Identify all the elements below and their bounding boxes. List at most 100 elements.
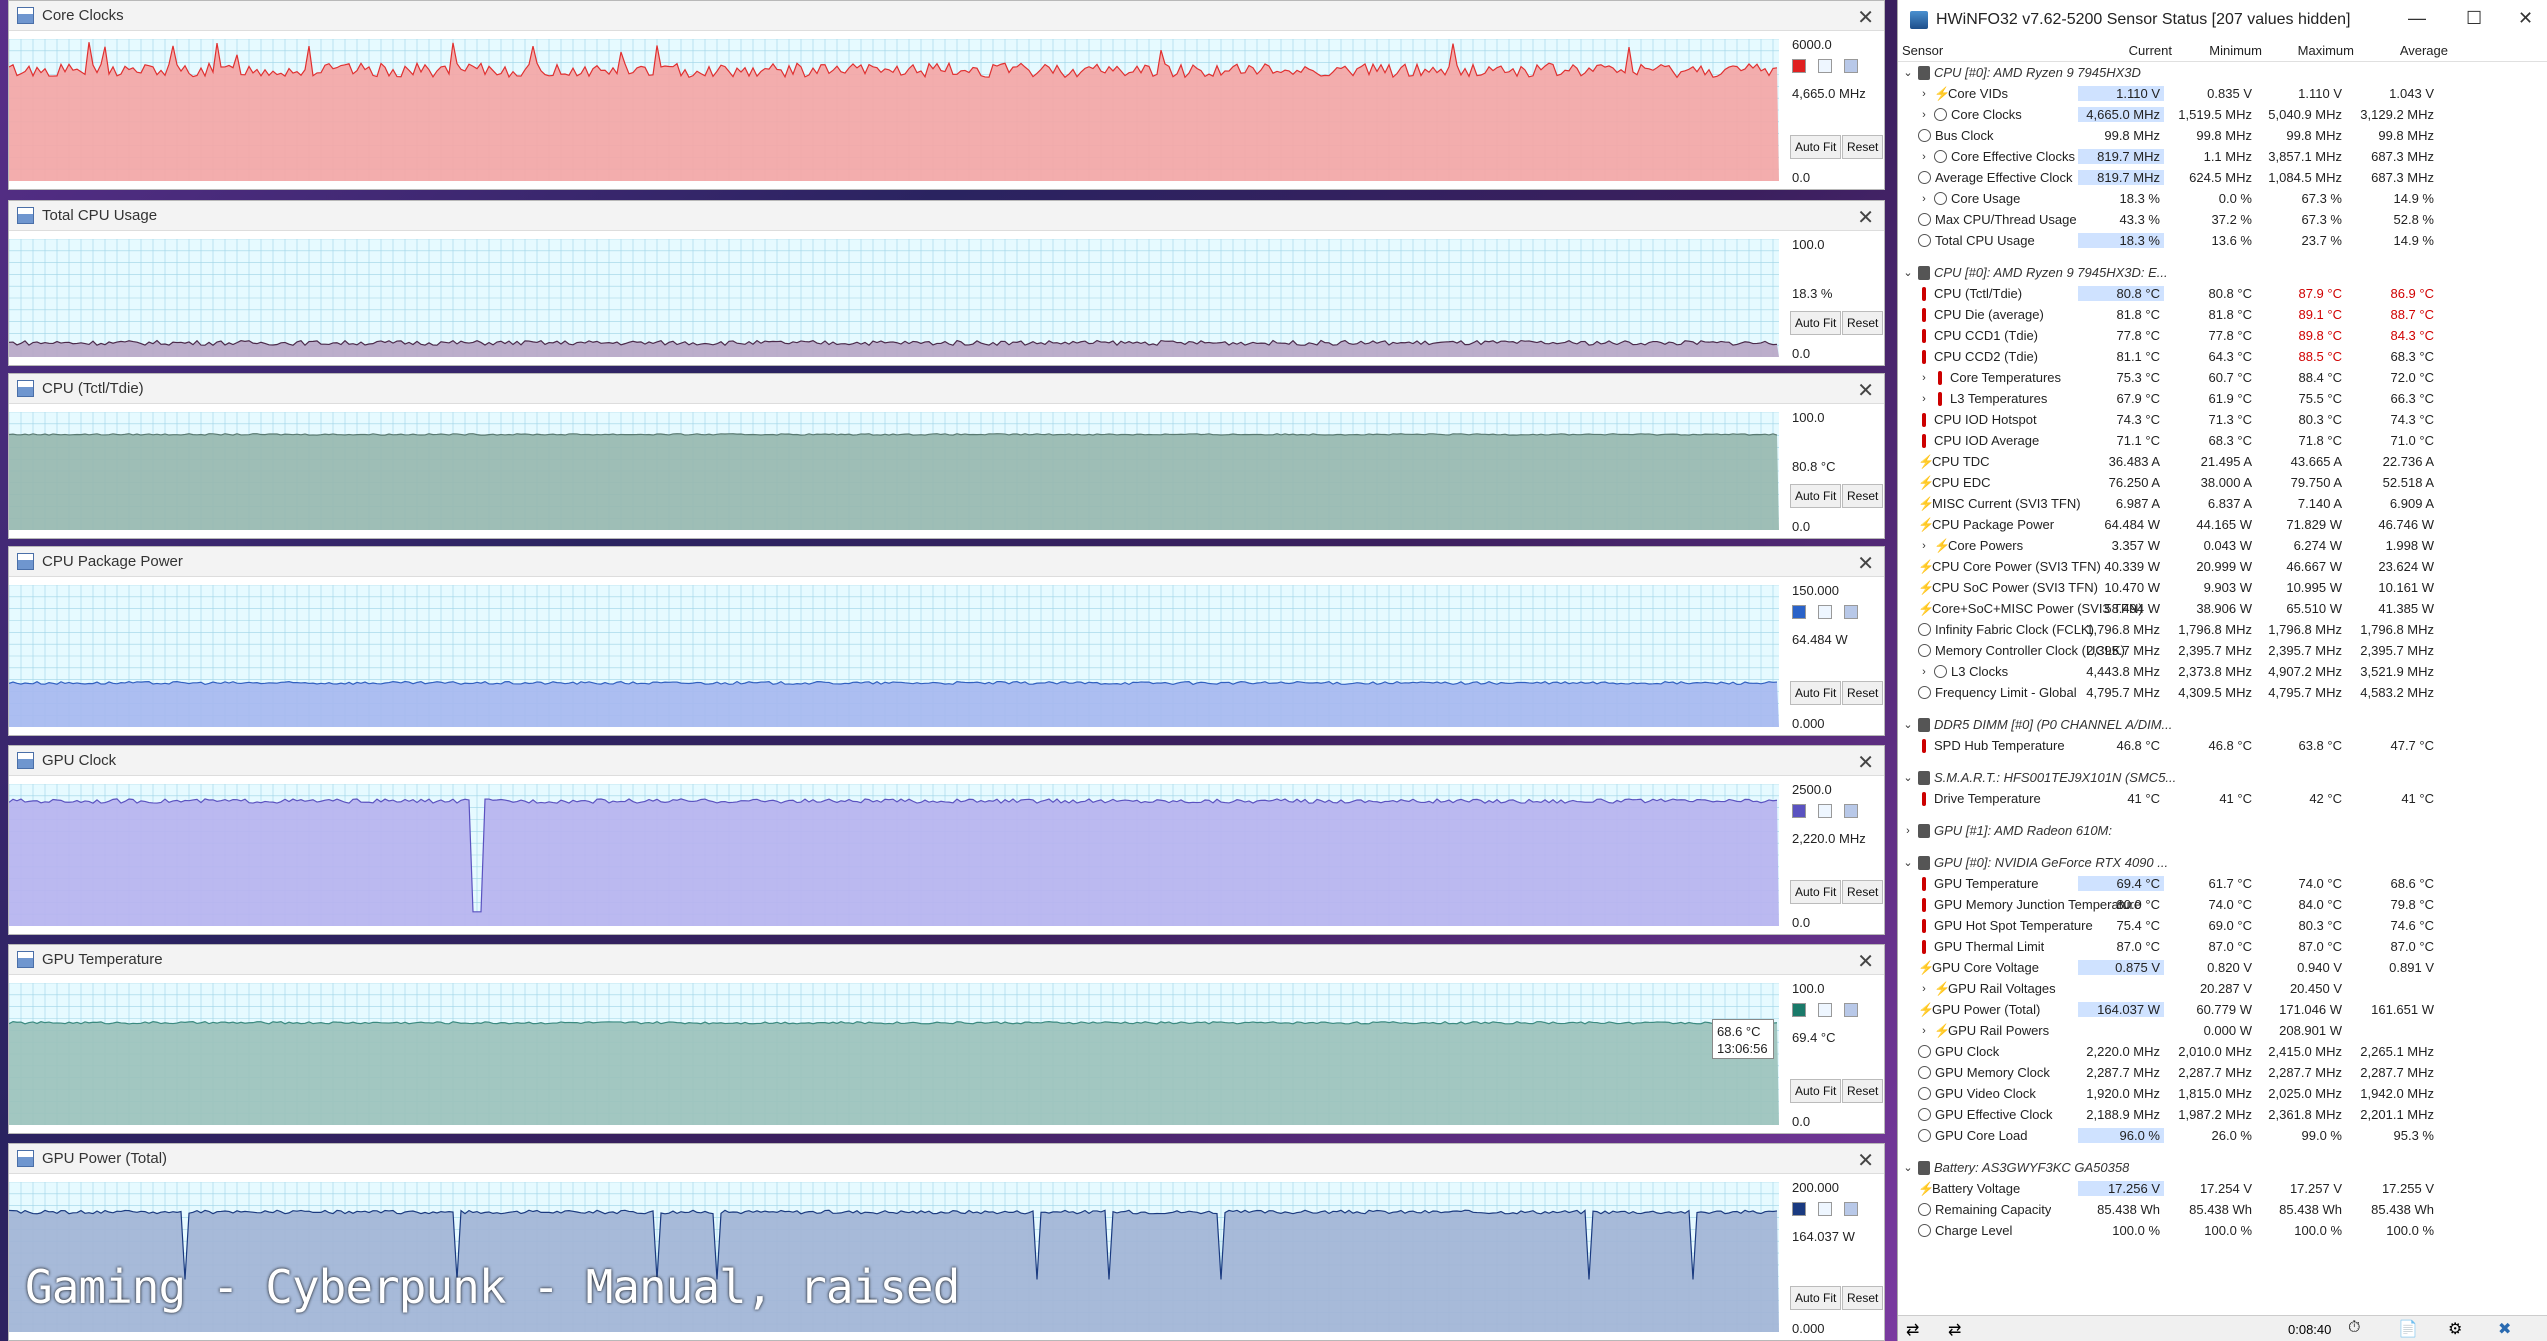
- sensor-row[interactable]: CPU CCD2 (Tdie) 81.1 °C 64.3 °C 88.5 °C 68.3…: [1898, 346, 2547, 367]
- autofit-button[interactable]: Auto Fit: [1790, 1079, 1842, 1103]
- color-swatch[interactable]: [1792, 1003, 1806, 1017]
- sensor-row[interactable]: ⚡ Core+SoC+MISC Power (SVI3 TFN) 58.494 W3…: [1898, 598, 2547, 619]
- sensor-row[interactable]: ⚡ CPU Package Power 64.484 W 44.165 W 71.829…: [1898, 514, 2547, 535]
- expand-chevron-icon[interactable]: ⌄: [1898, 266, 1918, 279]
- expand-chevron-icon[interactable]: ›: [1914, 1025, 1934, 1037]
- color-swatch[interactable]: [1844, 1202, 1858, 1216]
- sensor-row[interactable]: › ⚡ Core Powers 3.357 W 0.043 W 6.274 W 1.998 …: [1898, 535, 2547, 556]
- sensor-row[interactable]: GPU Hot Spot Temperature 75.4 °C 69.0 °C 80…: [1898, 915, 2547, 936]
- color-swatch[interactable]: [1792, 605, 1806, 619]
- sensor-row[interactable]: › ⚡ GPU Rail Powers 0.000 W 208.901 W: [1898, 1020, 2547, 1041]
- nav-forward-icon[interactable]: ⇄: [1948, 1320, 1961, 1340]
- sensor-row[interactable]: Drive Temperature 41 °C 41 °C 42 °C 41 °C: [1898, 788, 2547, 809]
- sensor-row[interactable]: › Core Clocks 4,665.0 MHz 1,519.5 MHz 5,040.…: [1898, 104, 2547, 125]
- autofit-button[interactable]: Auto Fit: [1790, 1286, 1842, 1310]
- col-sensor[interactable]: Sensor: [1898, 40, 2068, 61]
- settings-icon[interactable]: ⚙: [2448, 1319, 2462, 1339]
- report-icon[interactable]: 📄: [2398, 1319, 2418, 1339]
- minimize-icon[interactable]: —: [2408, 8, 2426, 29]
- color-swatch[interactable]: [1844, 59, 1858, 73]
- close-icon[interactable]: ✕: [1857, 949, 1874, 974]
- sensor-row[interactable]: CPU CCD1 (Tdie) 77.8 °C 77.8 °C 89.8 °C 84.3…: [1898, 325, 2547, 346]
- expand-chevron-icon[interactable]: ›: [1914, 109, 1934, 121]
- sensor-row[interactable]: CPU IOD Average 71.1 °C 68.3 °C 71.8 °C 71.0…: [1898, 430, 2547, 451]
- expand-chevron-icon[interactable]: ⌄: [1898, 66, 1918, 79]
- sensor-row[interactable]: Remaining Capacity 85.438 Wh 85.438 Wh 85.4…: [1898, 1199, 2547, 1220]
- expand-chevron-icon[interactable]: ›: [1914, 193, 1934, 205]
- col-current[interactable]: Current: [2068, 40, 2176, 61]
- expand-chevron-icon[interactable]: ›: [1914, 540, 1934, 552]
- reset-button[interactable]: Reset: [1842, 135, 1884, 159]
- reset-button[interactable]: Reset: [1842, 880, 1884, 904]
- expand-chevron-icon[interactable]: ›: [1898, 825, 1918, 837]
- expand-chevron-icon[interactable]: ⌄: [1898, 718, 1918, 731]
- autofit-button[interactable]: Auto Fit: [1790, 880, 1842, 904]
- color-swatch[interactable]: [1818, 59, 1832, 73]
- sensor-group-header[interactable]: › GPU [#1]: AMD Radeon 610M:: [1898, 820, 2547, 841]
- col-minimum[interactable]: Minimum: [2176, 40, 2266, 61]
- sensor-row[interactable]: Frequency Limit - Global 4,795.7 MHz 4,309…: [1898, 682, 2547, 703]
- sensor-row[interactable]: Infinity Fabric Clock (FCLK) 1,796.8 MHz 1…: [1898, 619, 2547, 640]
- expand-chevron-icon[interactable]: ›: [1914, 88, 1934, 100]
- sensor-row[interactable]: ⚡ GPU Core Voltage 0.875 V 0.820 V 0.940 V 0.…: [1898, 957, 2547, 978]
- reset-button[interactable]: Reset: [1842, 311, 1884, 335]
- sensor-row[interactable]: GPU Video Clock 1,920.0 MHz 1,815.0 MHz 2,0…: [1898, 1083, 2547, 1104]
- expand-chevron-icon[interactable]: ›: [1914, 983, 1934, 995]
- sensor-row[interactable]: Max CPU/Thread Usage 43.3 % 37.2 % 67.3 % 52…: [1898, 209, 2547, 230]
- col-maximum[interactable]: Maximum: [2266, 40, 2358, 61]
- sensor-row[interactable]: GPU Core Load 96.0 % 26.0 % 99.0 % 95.3 %: [1898, 1125, 2547, 1146]
- expand-chevron-icon[interactable]: ›: [1914, 393, 1934, 405]
- sensor-row[interactable]: ⚡ CPU TDC 36.483 A 21.495 A 43.665 A 22.736 A: [1898, 451, 2547, 472]
- close-icon[interactable]: ✕: [1857, 5, 1874, 30]
- color-swatch[interactable]: [1844, 605, 1858, 619]
- close-icon[interactable]: ✕: [1857, 378, 1874, 403]
- sensor-row[interactable]: › L3 Clocks 4,443.8 MHz 2,373.8 MHz 4,907.2 …: [1898, 661, 2547, 682]
- sensor-row[interactable]: ⚡ Battery Voltage 17.256 V 17.254 V 17.257 V…: [1898, 1178, 2547, 1199]
- reset-button[interactable]: Reset: [1842, 1286, 1884, 1310]
- sensor-row[interactable]: CPU (Tctl/Tdie) 80.8 °C 80.8 °C 87.9 °C 86.9…: [1898, 283, 2547, 304]
- color-swatch[interactable]: [1818, 1202, 1832, 1216]
- expand-chevron-icon[interactable]: ›: [1914, 666, 1934, 678]
- sensor-row[interactable]: CPU IOD Hotspot 74.3 °C 71.3 °C 80.3 °C 74.3…: [1898, 409, 2547, 430]
- autofit-button[interactable]: Auto Fit: [1790, 135, 1842, 159]
- reset-button[interactable]: Reset: [1842, 484, 1884, 508]
- close-icon[interactable]: ✕: [2518, 8, 2533, 29]
- sensor-row[interactable]: ⚡ CPU SoC Power (SVI3 TFN) 10.470 W 9.903 W…: [1898, 577, 2547, 598]
- sensor-group-header[interactable]: ⌄ CPU [#0]: AMD Ryzen 9 7945HX3D: E...: [1898, 262, 2547, 283]
- sensor-row[interactable]: ⚡ CPU Core Power (SVI3 TFN) 40.339 W 20.999…: [1898, 556, 2547, 577]
- close-icon[interactable]: ✕: [1857, 750, 1874, 775]
- sensor-row[interactable]: GPU Clock 2,220.0 MHz 2,010.0 MHz 2,415.0 M…: [1898, 1041, 2547, 1062]
- sensor-group-header[interactable]: ⌄ DDR5 DIMM [#0] (P0 CHANNEL A/DIM...: [1898, 714, 2547, 735]
- color-swatch[interactable]: [1844, 804, 1858, 818]
- color-swatch[interactable]: [1818, 804, 1832, 818]
- autofit-button[interactable]: Auto Fit: [1790, 681, 1842, 705]
- sensor-group-header[interactable]: ⌄ CPU [#0]: AMD Ryzen 9 7945HX3D: [1898, 62, 2547, 83]
- expand-chevron-icon[interactable]: ›: [1914, 151, 1934, 163]
- color-swatch[interactable]: [1792, 804, 1806, 818]
- sensor-row[interactable]: ⚡ MISC Current (SVI3 TFN) 6.987 A 6.837 A 7.…: [1898, 493, 2547, 514]
- sensor-group-header[interactable]: ⌄ S.M.A.R.T.: HFS001TEJ9X101N (SMC5...: [1898, 767, 2547, 788]
- reset-button[interactable]: Reset: [1842, 681, 1884, 705]
- sensor-row[interactable]: Charge Level 100.0 % 100.0 % 100.0 % 100.0 %: [1898, 1220, 2547, 1241]
- sensor-row[interactable]: ⚡ GPU Power (Total) 164.037 W 60.779 W 171.0…: [1898, 999, 2547, 1020]
- sensor-row[interactable]: Total CPU Usage 18.3 % 13.6 % 23.7 % 14.9 %: [1898, 230, 2547, 251]
- sensor-row[interactable]: GPU Memory Clock 2,287.7 MHz 2,287.7 MHz 2,…: [1898, 1062, 2547, 1083]
- sensor-row[interactable]: › ⚡ Core VIDs 1.110 V 0.835 V 1.110 V 1.043 V: [1898, 83, 2547, 104]
- timer-icon[interactable]: ⏱: [2348, 1319, 2360, 1337]
- nav-back-icon[interactable]: ⇄: [1906, 1320, 1919, 1340]
- autofit-button[interactable]: Auto Fit: [1790, 311, 1842, 335]
- autofit-button[interactable]: Auto Fit: [1790, 484, 1842, 508]
- col-average[interactable]: Average: [2358, 40, 2452, 61]
- sensor-row[interactable]: CPU Die (average) 81.8 °C 81.8 °C 89.1 °C 88…: [1898, 304, 2547, 325]
- color-swatch[interactable]: [1792, 1202, 1806, 1216]
- maximize-icon[interactable]: ☐: [2466, 8, 2482, 29]
- exit-icon[interactable]: ✖: [2498, 1319, 2511, 1339]
- sensor-row[interactable]: › ⚡ GPU Rail Voltages 20.287 V 20.450 V: [1898, 978, 2547, 999]
- reset-button[interactable]: Reset: [1842, 1079, 1884, 1103]
- expand-chevron-icon[interactable]: ⌄: [1898, 856, 1918, 869]
- sensor-row[interactable]: Average Effective Clock 819.7 MHz 624.5 MH…: [1898, 167, 2547, 188]
- sensor-row[interactable]: › Core Usage 18.3 % 0.0 % 67.3 % 14.9 %: [1898, 188, 2547, 209]
- sensor-row[interactable]: GPU Temperature 69.4 °C 61.7 °C 74.0 °C 68.6…: [1898, 873, 2547, 894]
- expand-chevron-icon[interactable]: ›: [1914, 372, 1934, 384]
- color-swatch[interactable]: [1844, 1003, 1858, 1017]
